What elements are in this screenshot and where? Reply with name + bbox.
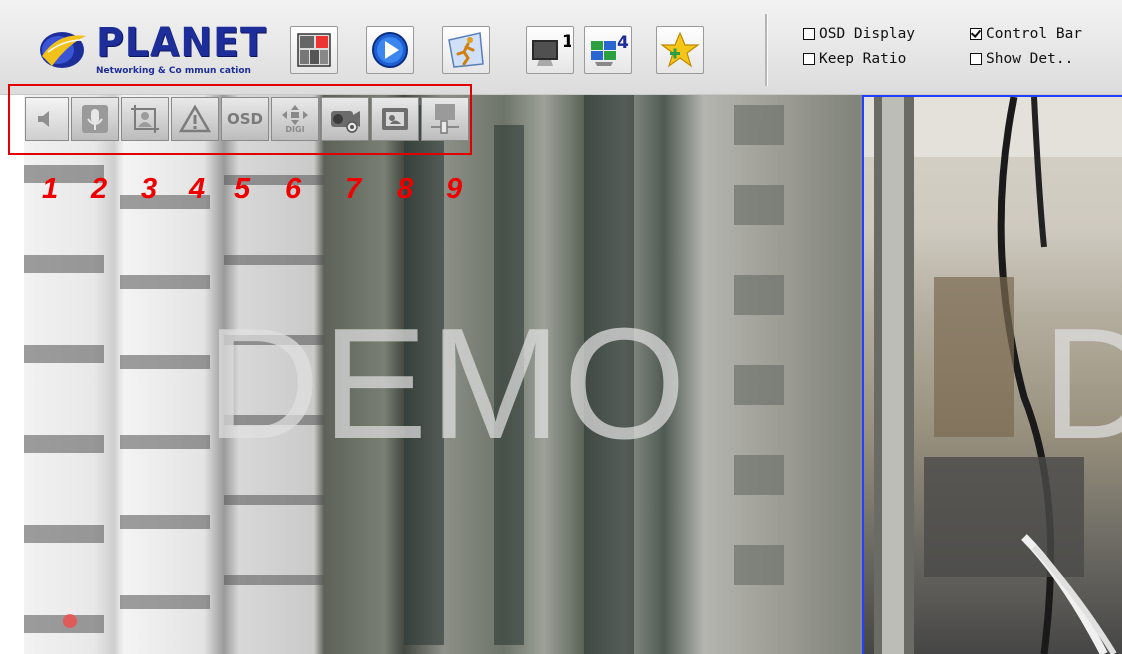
svg-text:4: 4 (617, 33, 629, 53)
show-det-label: Show Det.. (986, 51, 1074, 67)
brand-tagline: Networking & Co mmun cation (96, 66, 251, 76)
toolbar-separator (765, 14, 768, 86)
svg-text:1: 1 (562, 32, 571, 52)
osd-display-option[interactable]: OSD Display (803, 26, 915, 42)
annotation-5: 5 (234, 173, 251, 205)
star-plus-icon (660, 31, 700, 68)
top-toolbar: PLANET Networking & Co mmun cation 1 4 O… (0, 0, 1122, 95)
monitor-4-icon: 4 (591, 33, 629, 66)
play-icon (372, 32, 408, 68)
grid-layout-icon (297, 33, 331, 67)
control-bar-label: Control Bar (986, 26, 1083, 42)
single-view-button[interactable]: 1 (526, 26, 574, 74)
planet-logo: PLANET Networking & Co mmun cation (38, 20, 268, 82)
layout-grid-button[interactable] (290, 26, 338, 74)
annotation-3: 3 (141, 173, 158, 205)
annotation-2: 2 (91, 173, 108, 205)
monitor-1-icon: 1 (532, 32, 571, 66)
annotation-8: 8 (397, 173, 414, 205)
annotation-7: 7 (345, 173, 362, 205)
brand-name: PLANET (96, 20, 267, 66)
quad-view-button[interactable]: 4 (584, 26, 632, 74)
keep-ratio-label: Keep Ratio (819, 51, 907, 67)
osd-display-label: OSD Display (819, 26, 916, 42)
annotation-9: 9 (446, 173, 463, 205)
demo-watermark-left: DEMO (206, 296, 688, 472)
show-det-checkbox[interactable] (970, 53, 982, 65)
play-button[interactable] (366, 26, 414, 74)
demo-watermark-right: D (1042, 305, 1122, 463)
keep-ratio-option[interactable]: Keep Ratio (803, 51, 906, 67)
osd-display-checkbox[interactable] (803, 28, 815, 40)
annotation-1: 1 (42, 173, 59, 205)
video-pane-2[interactable]: D (862, 95, 1122, 654)
add-favorite-button[interactable] (656, 26, 704, 74)
running-person-icon (448, 32, 484, 68)
annotation-4: 4 (189, 173, 206, 205)
control-bar-option[interactable]: Control Bar (970, 26, 1082, 42)
control-bar-checkbox[interactable] (970, 28, 982, 40)
annotation-6: 6 (285, 173, 302, 205)
keep-ratio-checkbox[interactable] (803, 53, 815, 65)
show-det-option[interactable]: Show Det.. (970, 51, 1073, 67)
motion-button[interactable] (442, 26, 490, 74)
globe-icon (40, 32, 86, 68)
control-bar-highlight (8, 84, 472, 155)
